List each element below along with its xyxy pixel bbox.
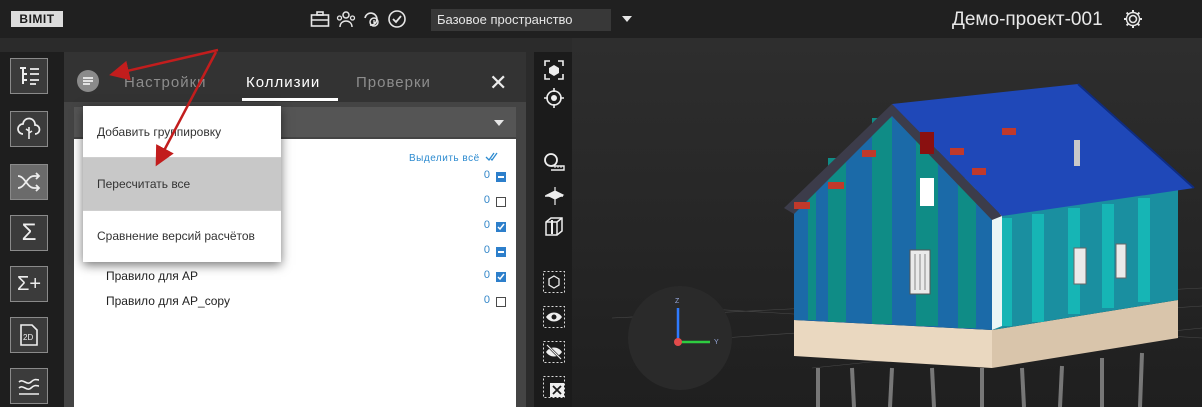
target-icon[interactable] xyxy=(542,86,566,110)
clear-icon[interactable] xyxy=(542,375,566,399)
measure-icon[interactable] xyxy=(542,150,566,174)
panel-header: Настройки Коллизии Проверки ✕ xyxy=(64,52,526,102)
check-circle-icon[interactable] xyxy=(386,8,408,30)
gear-icon[interactable] xyxy=(1122,8,1144,30)
svg-text:2D: 2D xyxy=(23,333,33,342)
rail-button-tree[interactable] xyxy=(10,58,48,94)
menu-lines-icon xyxy=(83,77,93,85)
rail-button-collisions[interactable] xyxy=(10,164,48,200)
hide-icon[interactable] xyxy=(542,340,566,364)
rule-count: 0 xyxy=(483,169,490,181)
view-tools xyxy=(534,52,572,407)
rail-button-sigma-plus[interactable]: Σ+ xyxy=(10,266,48,302)
rule-checkbox[interactable] xyxy=(496,247,506,257)
section-box-icon[interactable] xyxy=(542,215,566,239)
top-bar: BIMIT Базовое пространство Демо-проект-0… xyxy=(0,0,1202,38)
rail-button-2d[interactable]: 2D xyxy=(10,317,48,353)
select-all-link[interactable]: Выделить всё xyxy=(409,152,499,164)
menu-item-compare-versions[interactable]: Сравнение версий расчётов xyxy=(83,210,281,262)
rule-checkbox[interactable] xyxy=(496,172,506,182)
model-viewport[interactable]: Z Y xyxy=(572,38,1202,407)
checkmark-icon xyxy=(497,223,505,231)
tree-structure-icon xyxy=(20,67,39,85)
close-icon[interactable]: ✕ xyxy=(489,72,507,94)
show-icon[interactable] xyxy=(542,305,566,329)
space-select[interactable]: Базовое пространство xyxy=(431,9,611,31)
active-tab-indicator xyxy=(242,98,338,101)
rule-count: 0 xyxy=(483,219,490,231)
rule-checkbox[interactable] xyxy=(496,297,506,307)
rule-label: Правило для АР xyxy=(106,269,199,283)
tab-checks[interactable]: Проверки xyxy=(356,74,431,91)
clock-check-icon[interactable] xyxy=(360,8,382,30)
cloud-tree-icon xyxy=(17,117,41,139)
rule-checkbox[interactable] xyxy=(496,272,506,282)
rule-count: 0 xyxy=(483,294,490,306)
briefcase-icon[interactable] xyxy=(309,8,331,30)
checkmark-icon xyxy=(497,273,505,281)
section-plane-icon[interactable] xyxy=(542,184,566,208)
sigma-icon: Σ xyxy=(21,219,37,246)
rule-count: 0 xyxy=(483,194,490,206)
rule-checkbox[interactable] xyxy=(496,222,506,232)
focus-icon[interactable] xyxy=(542,58,566,82)
view-cube-disc xyxy=(628,286,732,390)
menu-item-add-grouping[interactable]: Добавить группировку xyxy=(83,106,281,158)
left-rail: Σ Σ+ 2D xyxy=(0,52,64,407)
chevron-down-icon[interactable] xyxy=(494,120,504,126)
select-all-label: Выделить всё xyxy=(409,153,480,164)
panel-menu-dropdown: Добавить группировку Пересчитать все Сра… xyxy=(83,106,281,262)
rail-button-layers[interactable] xyxy=(10,368,48,404)
double-check-icon xyxy=(485,152,498,162)
project-name: Демо-проект-001 xyxy=(952,9,1103,30)
document-2d-icon: 2D xyxy=(20,324,38,346)
rail-button-cloud[interactable] xyxy=(10,111,48,147)
rule-count: 0 xyxy=(483,269,490,281)
tab-settings[interactable]: Настройки xyxy=(124,74,207,91)
chevron-down-icon[interactable] xyxy=(622,16,632,22)
isolate-icon[interactable] xyxy=(542,270,566,294)
shuffle-icon xyxy=(17,172,41,192)
menu-item-recalculate-all[interactable]: Пересчитать все xyxy=(83,158,281,210)
svg-text:Z: Z xyxy=(675,298,680,305)
tab-collisions[interactable]: Коллизии xyxy=(246,74,320,91)
house-model-render: Z Y xyxy=(572,38,1202,407)
team-icon[interactable] xyxy=(335,8,357,30)
panel-menu-button[interactable] xyxy=(77,70,99,92)
svg-text:Y: Y xyxy=(714,339,719,346)
rail-button-sigma[interactable]: Σ xyxy=(10,215,48,251)
rule-label: Правило для АР_copy xyxy=(106,294,231,308)
rule-count: 0 xyxy=(483,244,490,256)
app-logo: BIMIT xyxy=(11,11,63,27)
sigma-plus-icon: Σ+ xyxy=(16,272,42,295)
rule-checkbox[interactable] xyxy=(496,197,506,207)
layers-wave-icon xyxy=(18,378,40,395)
